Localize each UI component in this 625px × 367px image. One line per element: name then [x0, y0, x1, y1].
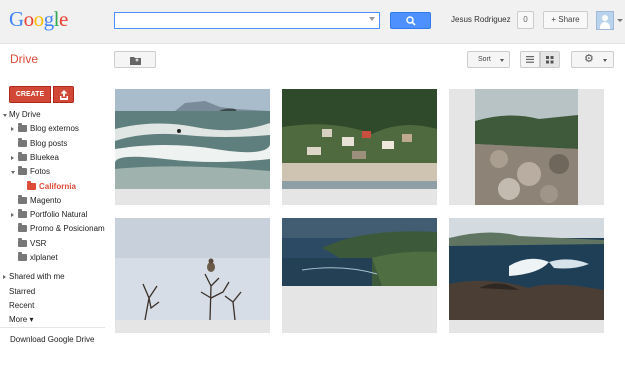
- account-menu-caret-icon[interactable]: [617, 19, 623, 22]
- folder-icon: [18, 252, 27, 261]
- share-button[interactable]: + Share: [543, 11, 588, 29]
- grid-view-icon: [546, 56, 554, 64]
- chevron-down-icon[interactable]: [3, 114, 7, 117]
- photo-image: [115, 89, 270, 189]
- new-folder-icon: [130, 57, 141, 65]
- photo-coastal-town[interactable]: [282, 89, 437, 205]
- folder-icon: [18, 137, 27, 147]
- sidebar-item-label: Magento: [30, 195, 62, 205]
- sidebar-item-label: Shared with me: [9, 272, 65, 282]
- chevron-down-icon: [603, 59, 607, 62]
- sidebar-item-label: Recent: [9, 300, 35, 310]
- user-name[interactable]: Jesus Rodriguez: [451, 15, 511, 24]
- chevron-down-icon: [500, 59, 504, 62]
- top-bar: Google Jesus Rodriguez 0 + Share: [0, 0, 625, 44]
- list-view-button[interactable]: [520, 51, 540, 68]
- photo-rocky-cove[interactable]: [449, 89, 604, 205]
- folder-icon: [18, 194, 27, 204]
- avatar[interactable]: [596, 11, 614, 30]
- photo-bird-on-branches[interactable]: [115, 218, 270, 333]
- create-button[interactable]: CREATE: [9, 86, 51, 103]
- photo-crashing-wave-rocks[interactable]: [449, 218, 604, 333]
- photo-coastal-cliffs-bridge[interactable]: [282, 218, 437, 333]
- upload-icon: [60, 90, 68, 100]
- chevron-right-icon[interactable]: [11, 213, 14, 218]
- photo-image: [475, 89, 578, 205]
- sidebar-item-label: Starred: [9, 286, 36, 296]
- sidebar-item-label: Fotos: [30, 167, 51, 177]
- sidebar-item-label: Promo & Posicionam: [30, 224, 105, 234]
- page-title: Drive: [10, 52, 39, 66]
- google-logo[interactable]: Google: [9, 7, 68, 32]
- chevron-right-icon[interactable]: [3, 275, 6, 280]
- sidebar-item-label: Blog externos: [30, 124, 79, 134]
- folder-icon: [18, 123, 27, 133]
- photo-image: [115, 218, 270, 320]
- new-folder-button[interactable]: [114, 51, 156, 68]
- sidebar-divider: [0, 327, 105, 328]
- folder-icon: [18, 237, 27, 247]
- search-button[interactable]: [390, 12, 431, 29]
- sidebar-item-label: Blog posts: [30, 138, 68, 148]
- notification-count[interactable]: 0: [517, 11, 534, 29]
- grid-view-button[interactable]: [540, 51, 560, 68]
- photo-image: [282, 89, 437, 189]
- sidebar-item-label: My Drive: [9, 110, 41, 119]
- folder-icon: [27, 180, 36, 190]
- folder-icon: [18, 223, 27, 233]
- sort-button[interactable]: Sort: [467, 51, 510, 68]
- photo-image: [282, 218, 437, 286]
- sidebar-item-label: More ▾: [9, 315, 34, 325]
- sidebar-item-label: xlplanet: [30, 253, 58, 262]
- list-view-icon: [526, 56, 534, 63]
- sidebar-item-label: Portfolio Natural: [30, 210, 88, 220]
- sidebar-item-label: VSR: [30, 238, 47, 248]
- search-icon: [406, 16, 416, 26]
- chevron-right-icon[interactable]: [11, 127, 14, 132]
- download-drive-link[interactable]: Download Google Drive: [10, 333, 95, 347]
- folder-icon: [18, 166, 27, 176]
- upload-button[interactable]: [53, 86, 74, 103]
- search-options-caret-icon[interactable]: [369, 17, 375, 21]
- folder-icon: [18, 151, 27, 161]
- chevron-down-icon[interactable]: [11, 171, 15, 175]
- sidebar-item-label: California: [39, 181, 76, 191]
- gear-icon: ⚙: [584, 53, 594, 65]
- sort-label: Sort: [478, 56, 491, 63]
- folder-icon: [18, 209, 27, 219]
- settings-button[interactable]: ⚙: [571, 51, 614, 68]
- photo-image: [449, 218, 604, 320]
- sidebar-item-label: Bluekea: [30, 152, 59, 162]
- photo-surfer-waves[interactable]: [115, 89, 270, 205]
- chevron-right-icon[interactable]: [11, 155, 14, 160]
- search-input[interactable]: [114, 12, 380, 29]
